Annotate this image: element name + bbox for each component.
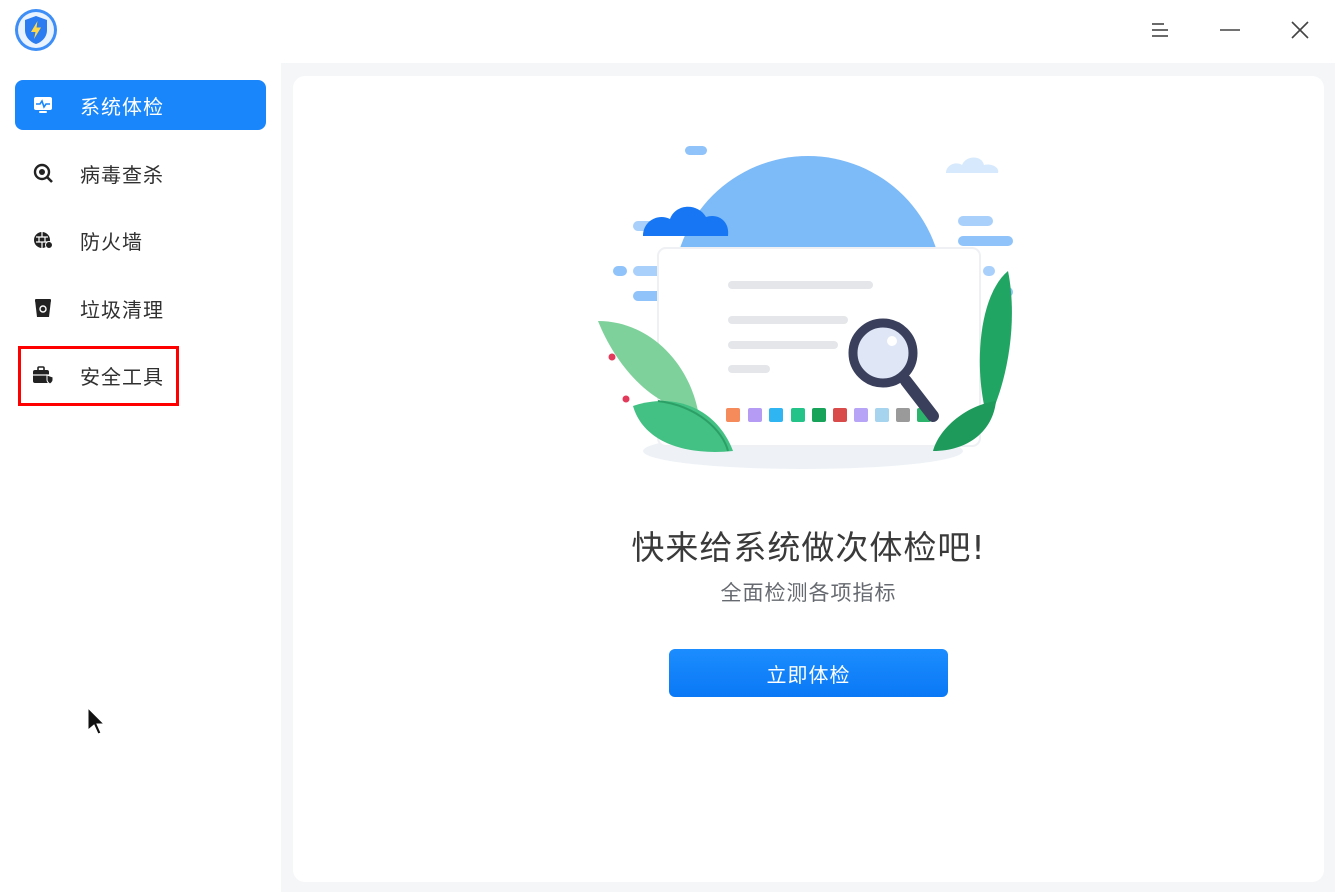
- menu-button[interactable]: [1140, 10, 1180, 50]
- trash-icon: [32, 297, 54, 319]
- menu-icon: [1152, 23, 1168, 37]
- toolbox-icon: [32, 364, 54, 386]
- sidebar-item-trash-clean[interactable]: 垃圾清理: [15, 283, 266, 333]
- page-title: 快来给系统做次体检吧!: [631, 528, 986, 567]
- sidebar-item-security-tools[interactable]: 安全工具: [15, 350, 266, 400]
- shield-lightning-icon: [15, 9, 57, 51]
- title-bar: [0, 0, 1335, 63]
- sidebar-item-virus-scan[interactable]: 病毒查杀: [15, 148, 266, 198]
- main-panel: 快来给系统做次体检吧! 全面检测各项指标 立即体检: [293, 76, 1324, 882]
- system-check-illustration: [598, 146, 1013, 469]
- firewall-icon: [32, 229, 54, 251]
- sidebar-item-system-check[interactable]: 系统体检: [15, 80, 266, 130]
- sidebar-item-label: 病毒查杀: [80, 162, 164, 187]
- monitor-pulse-icon: [32, 94, 54, 116]
- minimize-button[interactable]: [1210, 10, 1250, 50]
- sidebar-item-label: 防火墙: [80, 229, 143, 254]
- start-check-button[interactable]: 立即体检: [669, 649, 948, 697]
- page-subtitle: 全面检测各项指标: [720, 581, 897, 605]
- close-button[interactable]: [1280, 10, 1320, 50]
- minimize-icon: [1220, 29, 1240, 31]
- sidebar-item-firewall[interactable]: 防火墙: [15, 215, 266, 265]
- sidebar-item-label: 垃圾清理: [80, 297, 164, 322]
- close-icon: [1291, 21, 1309, 39]
- sidebar-item-label: 安全工具: [80, 364, 164, 389]
- sidebar: 系统体检 病毒查杀 防火墙 垃圾清理 安全工具: [0, 63, 281, 892]
- sidebar-item-label: 系统体检: [80, 94, 164, 119]
- virus-scan-icon: [32, 162, 54, 184]
- mouse-cursor-icon: [87, 706, 106, 735]
